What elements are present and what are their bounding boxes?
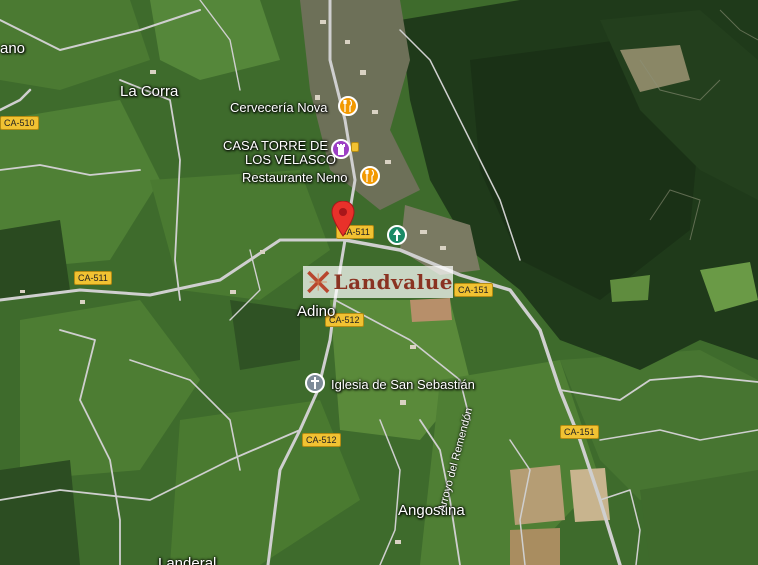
monument-marker-tag [351,142,359,152]
place-landeral: Landeral [158,555,217,565]
road-label-ca151-south: CA-151 [560,425,599,439]
poi-label-iglesia[interactable]: Iglesia de San Sebastián [331,377,475,392]
road-label-ca511-west: CA-511 [74,271,112,285]
food-icon[interactable] [360,166,380,186]
road-label-ca510: CA-510 [0,116,39,130]
landvalue-watermark: Landvalue [303,266,453,298]
place-angostina: Angostina [398,502,465,519]
poi-label-cerveceria[interactable]: Cervecería Nova [230,100,328,115]
place-adino: Adino [297,303,336,320]
monument-icon[interactable] [331,139,351,159]
food-icon[interactable] [338,96,358,116]
road-label-ca512-south: CA-512 [302,433,341,447]
satellite-map[interactable]: CA-510 CA-511 CA-511 CA-151 CA-151 CA-51… [0,0,758,565]
place-ano: ano [0,40,26,57]
road-label-ca151-north: CA-151 [454,283,493,297]
park-icon[interactable] [387,225,407,245]
place-la-corra: La Corra [120,83,179,100]
poi-label-casa-torre-1[interactable]: CASA TORRE DE [223,138,328,153]
watermark-text: Landvalue [333,270,453,294]
landvalue-logo-icon [307,270,330,294]
poi-label-casa-torre-2[interactable]: LOS VELASCO [245,152,336,167]
location-pin-icon[interactable] [331,200,355,242]
poi-label-restaurante[interactable]: Restaurante Neno [242,170,348,185]
church-icon[interactable] [305,373,325,393]
